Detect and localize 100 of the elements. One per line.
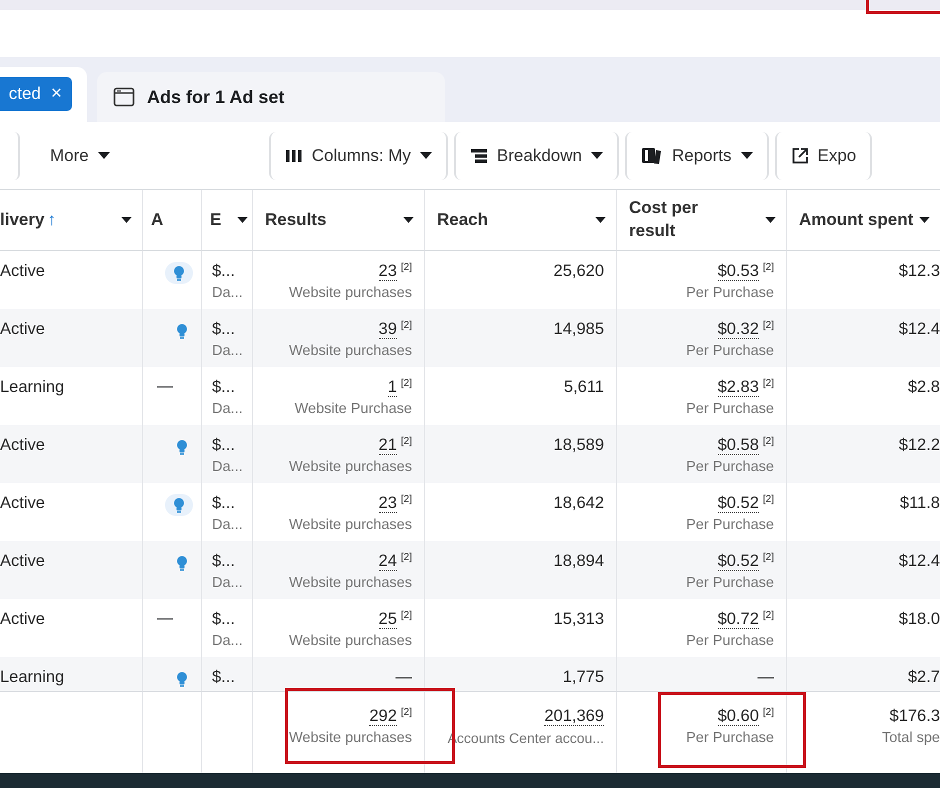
results-value: 24 (378, 552, 397, 571)
amount-spent-value: $12.4 (898, 320, 940, 339)
filter-tab[interactable]: cted × (0, 67, 87, 122)
columns-icon (284, 148, 303, 162)
footnote-mark: [2] (400, 610, 412, 621)
filter-chip[interactable]: cted × (0, 77, 72, 111)
delivery-status: Active (0, 262, 46, 281)
reach-value: 18,894 (554, 552, 604, 571)
column-header[interactable]: E (202, 190, 253, 250)
budget-type: Da... (212, 517, 244, 533)
cost-value: $2.83 (718, 378, 759, 397)
footnote-mark: [2] (762, 610, 774, 621)
cost-type: Per Purchase (686, 730, 774, 746)
cost-value: $0.58 (718, 436, 759, 455)
reach-value: 5,611 (564, 378, 604, 397)
results-value: 21 (378, 436, 397, 455)
caret-icon (98, 152, 110, 159)
footnote-mark: [2] (400, 707, 412, 718)
column-header[interactable]: livery ↑ (0, 190, 143, 250)
cost-value: $0.52 (718, 494, 759, 513)
budget-type: Da... (212, 633, 244, 649)
cost-total: $0.60 (718, 707, 759, 726)
results-value: 23 (378, 262, 397, 281)
footnote-mark: [2] (400, 378, 412, 389)
result-type: Website purchases (288, 730, 412, 746)
results-value: 39 (378, 320, 397, 339)
column-header[interactable]: Cost per result (617, 190, 787, 250)
amount-spent-value: $18.0 (898, 610, 940, 629)
result-type: Website purchases (288, 633, 412, 649)
column-header[interactable]: Results (253, 190, 425, 250)
results-value: 23 (378, 494, 397, 513)
budget-value: $... (212, 320, 236, 339)
filter-label: cted (8, 84, 41, 104)
budget-type: Da... (212, 575, 244, 591)
caret-icon (403, 217, 414, 223)
toolbar-button[interactable]: Breakdown (454, 132, 619, 180)
amount-spent-value: $11.8 (900, 494, 940, 513)
lightbulb-icon[interactable] (165, 262, 193, 284)
delivery-status: Active (0, 320, 46, 339)
caret-icon (919, 217, 930, 223)
column-header[interactable]: Amount spent (787, 190, 940, 250)
caret-icon (740, 152, 753, 159)
view-tab[interactable]: Ads for 1 Ad set (97, 72, 445, 122)
budget-type: Da... (212, 401, 244, 417)
cost-value: $0.52 (718, 552, 759, 571)
footnote-mark: [2] (762, 320, 774, 331)
close-icon[interactable]: × (50, 83, 62, 105)
caret-icon (765, 217, 776, 223)
footnote-mark: [2] (400, 552, 412, 563)
cost-type: Per Purchase (686, 517, 774, 533)
cost-value: $0.72 (718, 610, 759, 629)
caret-icon (121, 217, 132, 223)
amount-spent-value: $12.3 (898, 262, 940, 281)
cost-type: Per Purchase (686, 575, 774, 591)
cost-type: Per Purchase (686, 285, 774, 301)
budget-value: $... (212, 494, 236, 513)
budget-value: $... (212, 668, 236, 687)
delivery-status: Active (0, 436, 46, 455)
budget-value: $... (212, 610, 236, 629)
caret-icon (420, 152, 432, 159)
sort-arrow: ↑ (47, 210, 56, 230)
toolbar-button[interactable]: Columns: My (268, 132, 448, 180)
footnote-mark: [2] (400, 320, 412, 331)
column-header[interactable]: A (143, 190, 202, 250)
result-type: Website purchases (288, 459, 412, 475)
result-type: Website purchases (288, 343, 412, 359)
footnote-mark: [2] (762, 378, 774, 389)
empty-value: — (157, 610, 173, 628)
cost-value: $0.53 (718, 262, 759, 281)
results-total: 292 (369, 707, 397, 726)
footnote-mark: [2] (762, 262, 774, 273)
footnote-mark: [2] (400, 262, 412, 273)
budget-type: Da... (212, 285, 244, 301)
cost-value: — (758, 668, 774, 686)
delivery-status: Learning (0, 668, 66, 687)
footnote-mark: [2] (762, 552, 774, 563)
result-type: Website purchases (288, 285, 412, 301)
cost-type: Per Purchase (686, 401, 774, 417)
budget-type: Da... (212, 343, 244, 359)
delivery-status: Learning (0, 378, 66, 397)
amount-spent-total: $176.3 (890, 707, 940, 726)
spent-type: Total spe (882, 730, 940, 746)
toolbar-button[interactable]: Reports (624, 132, 769, 180)
empty-value: — (157, 378, 173, 396)
toolbar-button[interactable]: Expo (774, 132, 872, 180)
lightbulb-icon[interactable] (165, 494, 193, 516)
export-icon (790, 146, 809, 164)
result-type: Website Purchase (294, 401, 412, 417)
results-value: — (396, 668, 412, 686)
cost-type: Per Purchase (686, 633, 774, 649)
result-type: Website purchases (288, 517, 412, 533)
amount-spent-value: $12.4 (898, 552, 940, 571)
reach-value: 25,620 (554, 262, 604, 281)
reports-icon (640, 146, 663, 164)
column-header[interactable]: Reach (425, 190, 617, 250)
breakdown-icon (470, 148, 488, 164)
footnote-mark: [2] (400, 436, 412, 447)
reach-value: 1,775 (562, 668, 604, 687)
reach-value: 18,589 (554, 436, 604, 455)
budget-type: Da... (212, 459, 244, 475)
